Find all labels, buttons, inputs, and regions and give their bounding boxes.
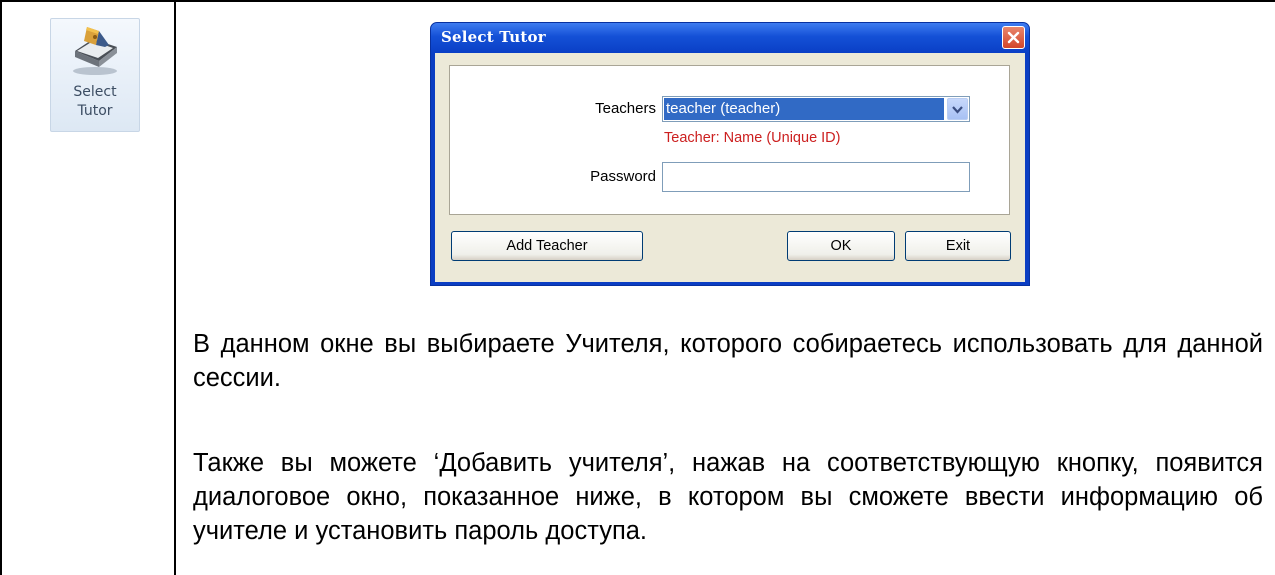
teachers-hint: Teacher: Name (Unique ID) <box>664 130 841 146</box>
dialog-title: Select Tutor <box>441 28 546 46</box>
teachers-select[interactable]: teacher (teacher) <box>662 96 970 122</box>
description-paragraph-2: Также вы можете ‘Добавить учителя’, нажа… <box>193 449 1263 545</box>
table-top-border <box>0 0 1275 2</box>
password-label: Password <box>590 168 656 185</box>
close-button[interactable] <box>1002 26 1025 49</box>
teachers-label: Teachers <box>595 100 656 117</box>
description-paragraph-1: В данном окне вы выбираете Учителя, кото… <box>193 330 1263 392</box>
select-tutor-dialog: Select Tutor Teachers teacher (teacher) <box>430 22 1030 286</box>
dialog-client-area: Teachers teacher (teacher) Teacher: Name… <box>435 53 1025 282</box>
add-teacher-button[interactable]: Add Teacher <box>451 231 643 261</box>
table-left-border <box>0 0 2 575</box>
exit-button[interactable]: Exit <box>905 231 1011 261</box>
tutor-book-icon <box>51 21 139 79</box>
dialog-title-bar[interactable]: Select Tutor <box>431 23 1029 53</box>
teachers-dropdown-button[interactable] <box>947 98 968 120</box>
teachers-selected-value: teacher (teacher) <box>664 98 944 120</box>
select-tutor-label: Select Tutor <box>73 84 117 119</box>
ok-button[interactable]: OK <box>787 231 895 261</box>
login-group-box: Teachers teacher (teacher) Teacher: Name… <box>449 65 1010 215</box>
password-input[interactable] <box>662 162 970 192</box>
select-tutor-ribbon-button[interactable]: Select Tutor <box>50 18 140 132</box>
table-column-divider <box>174 0 176 575</box>
